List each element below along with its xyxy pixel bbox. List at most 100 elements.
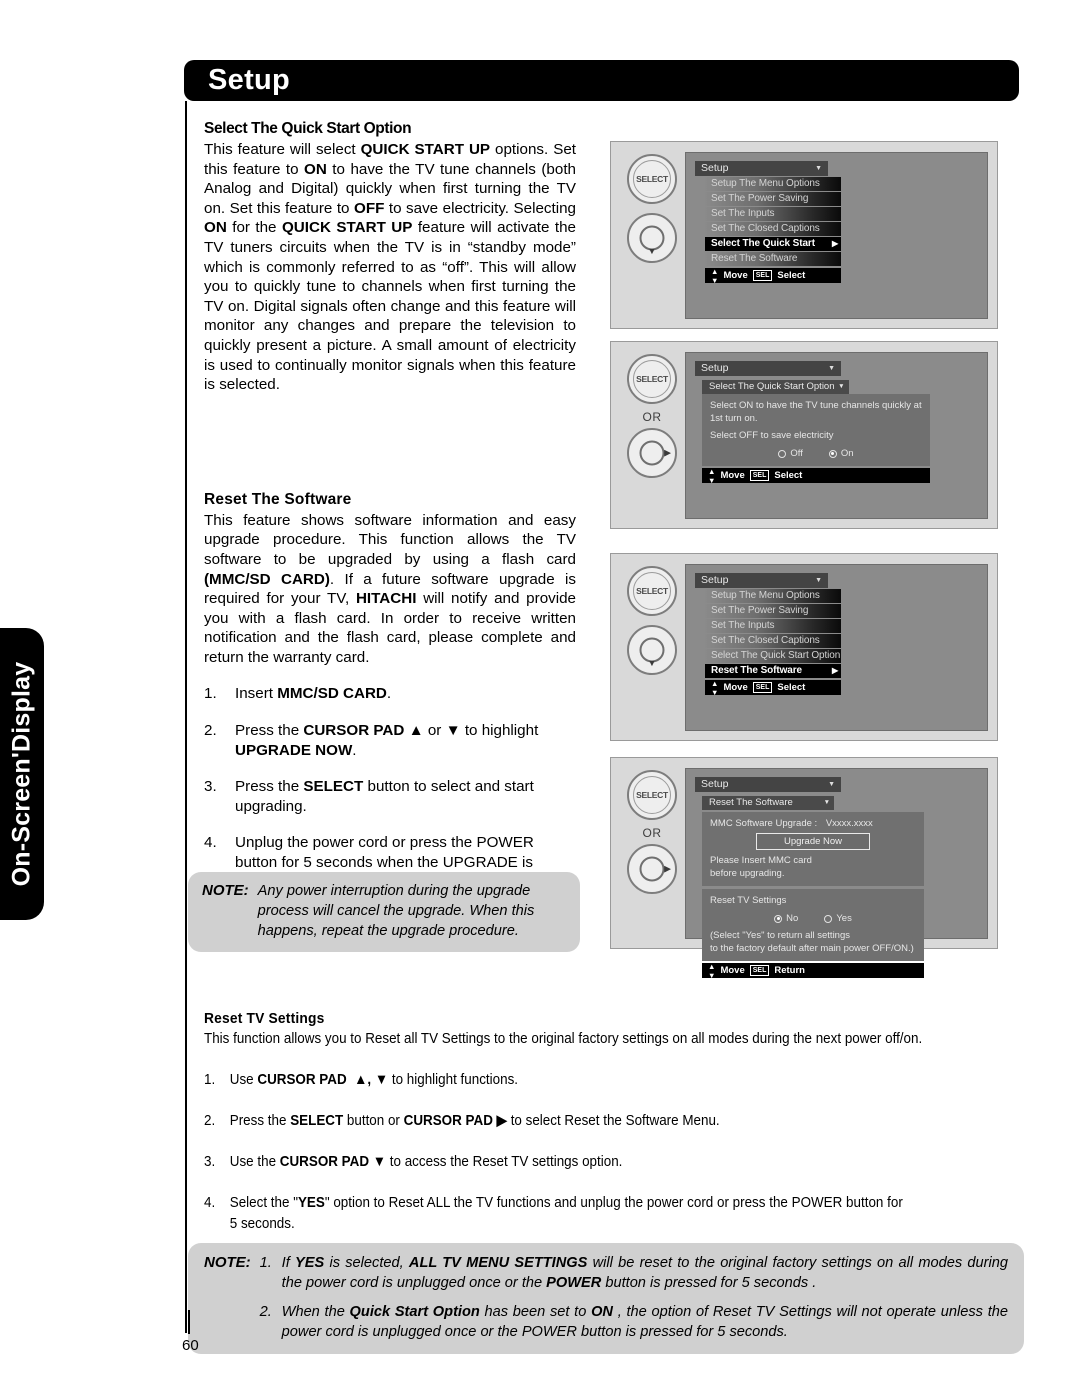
note-item-text: If YES is selected, ALL TV MENU SETTINGS… — [281, 1255, 1008, 1291]
menu-item[interactable]: Setup The Menu Options — [705, 177, 841, 191]
reset-tv-step-2: 2. Press the SELECT button or CURSOR PAD… — [204, 1111, 951, 1132]
quick-start-paragraph: This feature will select QUICK START UP … — [204, 141, 576, 394]
cursor-pad-down-arrow: ▼ — [647, 658, 657, 668]
radio-option-on[interactable]: On — [828, 447, 854, 460]
step-number: 1. — [204, 685, 217, 703]
osd-submenu-bar[interactable]: Reset The Software ▼ — [702, 796, 834, 810]
reset-tv-step-3: 3. Use the CURSOR PAD ▼ to access the Re… — [204, 1152, 951, 1173]
osd-body-panel: Select ON to have the TV tune channels q… — [702, 394, 930, 466]
reset-tv-step-1: 1. Use CURSOR PAD ▲, ▼ to highlight func… — [204, 1070, 951, 1091]
select-button-label: SELECT — [636, 790, 668, 800]
cursor-pad-right-arrow: ▶ — [664, 863, 671, 874]
step-number: 3. — [204, 1154, 216, 1170]
hint-move-label: Move — [720, 470, 745, 481]
reset-tv-settings-title: Reset TV Settings — [710, 895, 787, 906]
reset-tv-note-line: to the factory default after main power … — [710, 943, 914, 954]
osd-body-line: Select ON to have the TV tune channels q… — [710, 400, 922, 411]
reset-tv-note-line: (Select "Yes" to return all settings — [710, 930, 850, 941]
step-text: Press the CURSOR PAD ▲ or ▼ to highlight… — [235, 722, 539, 759]
osd-menu-list: Setup The Menu Options Set The Power Sav… — [705, 177, 841, 285]
reset-tv-step-4: 4. Select the "YES" option to Reset ALL … — [204, 1193, 951, 1235]
menu-item-selected[interactable]: Reset The Software ▶ — [705, 664, 841, 678]
sel-key-icon: SEL — [749, 470, 770, 481]
page-margin-tick — [188, 1310, 190, 1334]
upgrade-now-button[interactable]: Upgrade Now — [756, 833, 870, 850]
radio-dot-selected — [828, 449, 837, 458]
osd-overlay: Setup ▼ Setup The Menu Options Set The P… — [695, 161, 841, 285]
mmc-upgrade-note-line: before upgrading. — [710, 868, 785, 879]
menu-item[interactable]: Reset The Software — [705, 252, 841, 266]
reset-tv-radio-group: No Yes — [710, 912, 916, 925]
step-number: 4. — [204, 1195, 216, 1211]
menu-item-label: Reset The Software — [711, 253, 798, 264]
mmc-upgrade-row: MMC Software Upgrade : Vxxxx.xxxx — [710, 817, 916, 830]
tv-screen: Setup ▼ Setup The Menu Options Set The P… — [685, 564, 988, 731]
radio-option-yes[interactable]: Yes — [824, 912, 852, 925]
menu-item-selected[interactable]: Select The Quick Start Option▶ — [705, 237, 841, 263]
step-text: Insert MMC/SD CARD. — [235, 685, 392, 703]
cursor-pad-down-icon[interactable]: ▼ — [627, 625, 677, 675]
sel-key-icon: SEL — [749, 965, 770, 976]
reset-software-step-1: 1. Insert MMC/SD CARD. — [204, 684, 576, 704]
osd-overlay: Setup ▼ Select The Quick Start Option ▼ … — [695, 361, 930, 485]
note-item-text: When the Quick Start Option has been set… — [281, 1304, 1008, 1340]
menu-item[interactable]: Set The Power Saving — [705, 604, 841, 618]
menu-item[interactable]: Set The Closed Captions — [705, 222, 841, 236]
cursor-pad-down-arrow: ▼ — [647, 246, 657, 256]
mmc-upgrade-separator: : — [814, 818, 818, 829]
cursor-pad-down-icon[interactable]: ▼ — [627, 213, 677, 263]
menu-item[interactable]: Setup The Menu Options — [705, 589, 841, 603]
cursor-pad-right-icon[interactable]: ▶ — [627, 428, 677, 478]
select-button-icon[interactable]: SELECT — [627, 566, 677, 616]
osd-panel-setup-menu: SELECT ▼ Setup ▼ Setup The Menu Options … — [610, 141, 998, 329]
menu-item[interactable]: Set The Inputs — [705, 619, 841, 633]
radio-option-no[interactable]: No — [774, 912, 798, 925]
osd-overlay: Setup ▼ Setup The Menu Options Set The P… — [695, 573, 841, 697]
section-tab-on-screen-display: On-Screen'Display — [0, 628, 44, 920]
select-button-label: SELECT — [636, 174, 668, 184]
osd-hint-bar: ▲ ▼ Move SEL Select — [705, 267, 841, 285]
cursor-pad-right-icon[interactable]: ▶ — [627, 844, 677, 894]
remote-buttons-column: SELECT ▼ — [621, 566, 683, 675]
remote-buttons-column: SELECT OR ▶ — [621, 354, 683, 478]
hint-move-label: Move — [723, 270, 748, 281]
menu-item[interactable]: Select The Quick Start Option — [705, 649, 841, 663]
page-number: 60 — [182, 1337, 199, 1354]
osd-submenu-bar[interactable]: Select The Quick Start Option ▼ — [702, 380, 849, 394]
step-number: 3. — [204, 778, 217, 796]
cursor-pad-center — [639, 440, 665, 466]
menu-item-label: Set The Power Saving — [711, 193, 809, 204]
menu-item[interactable]: Set The Closed Captions — [705, 634, 841, 648]
remote-or-label: OR — [642, 826, 662, 840]
select-button-icon[interactable]: SELECT — [627, 154, 677, 204]
hint-action-label: Select — [777, 682, 806, 693]
radio-dot-selected — [774, 914, 783, 923]
osd-title-text: Setup — [701, 778, 729, 790]
osd-panel-setup-menu-reset-selected: SELECT ▼ Setup ▼ Setup The Menu Options … — [610, 553, 998, 741]
note-text: 1. If YES is selected, ALL TV MENU SETTI… — [260, 1253, 1008, 1342]
osd-hint-bar: ▲ ▼ Move SEL Return — [702, 962, 924, 980]
remote-or-label: OR — [642, 410, 662, 424]
menu-item[interactable]: Set The Inputs — [705, 207, 841, 221]
select-button-icon[interactable]: SELECT — [627, 354, 677, 404]
mmc-upgrade-panel: MMC Software Upgrade : Vxxxx.xxxx Upgrad… — [702, 812, 924, 886]
menu-item-label: Set The Closed Captions — [711, 635, 820, 646]
radio-option-off[interactable]: Off — [778, 447, 803, 460]
reset-tv-settings-heading: Reset TV Settings — [204, 1010, 325, 1027]
osd-overlay: Setup ▼ Reset The Software ▼ MMC Softwar… — [695, 777, 924, 980]
quick-start-radio-group: Off On — [710, 447, 922, 460]
select-button-icon[interactable]: SELECT — [627, 770, 677, 820]
chevron-down-icon: ▼ — [838, 383, 845, 390]
note-item-number: 1. — [259, 1255, 272, 1271]
osd-title-text: Setup — [701, 574, 729, 586]
menu-item-label: Set The Inputs — [711, 208, 775, 219]
remote-buttons-column: SELECT ▼ — [621, 154, 683, 263]
menu-item-label: Set The Inputs — [711, 620, 775, 631]
menu-item[interactable]: Set The Power Saving — [705, 192, 841, 206]
note-label: NOTE: — [202, 882, 249, 899]
quick-start-heading: Select The Quick Start Option — [204, 120, 412, 137]
step-number: 1. — [204, 1072, 216, 1088]
step-text: Use the CURSOR PAD ▼ to access the Reset… — [229, 1154, 623, 1170]
note-box-reset: NOTE: 1. If YES is selected, ALL TV MENU… — [188, 1243, 1024, 1354]
